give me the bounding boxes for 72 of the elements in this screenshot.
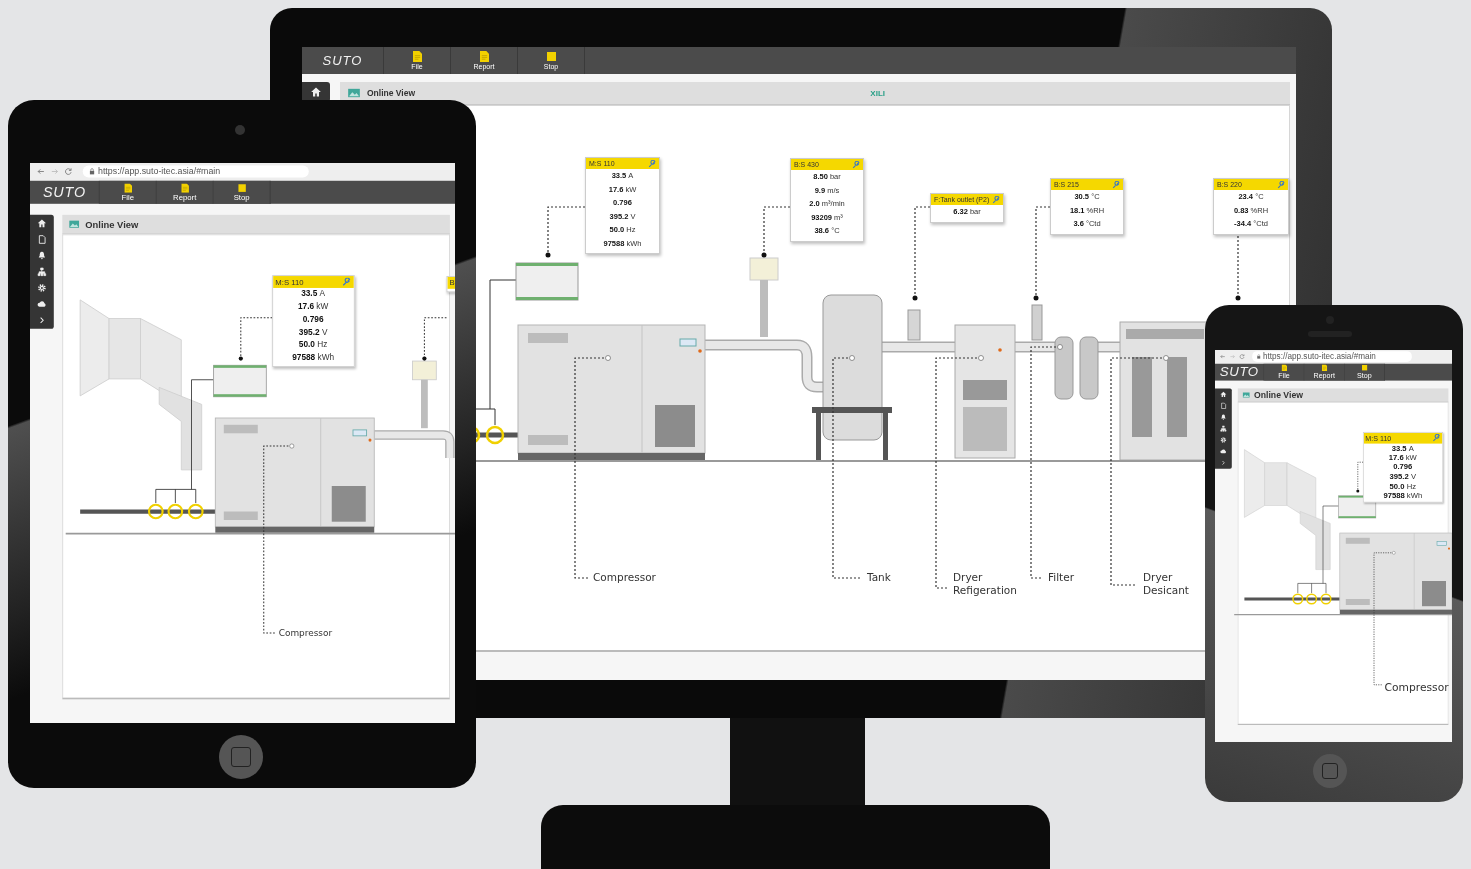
wrench-icon[interactable] bbox=[992, 195, 1000, 204]
sensor-reading: 97588 kWh bbox=[291, 351, 336, 364]
leader-line bbox=[545, 206, 586, 258]
leader-line bbox=[421, 317, 447, 361]
bell-icon[interactable] bbox=[1219, 413, 1227, 421]
controller-drawing bbox=[515, 262, 579, 301]
cloud-icon[interactable] bbox=[1219, 448, 1227, 456]
sitemap-icon[interactable] bbox=[1219, 425, 1227, 433]
wrench-icon[interactable] bbox=[1277, 180, 1285, 189]
document-icon bbox=[412, 51, 422, 62]
document-icon[interactable] bbox=[36, 234, 47, 245]
address-field[interactable]: https://app.suto-itec.asia/#main bbox=[82, 165, 309, 178]
camera-icon bbox=[235, 125, 245, 135]
home-icon[interactable] bbox=[36, 218, 47, 229]
leader-line bbox=[1235, 235, 1241, 301]
wrench-icon[interactable] bbox=[648, 159, 656, 168]
logo: SUTO bbox=[30, 180, 100, 204]
picture-icon bbox=[1242, 392, 1250, 399]
url-text: https://app.suto-itec.asia/#main bbox=[1263, 351, 1376, 362]
view-title: Online View bbox=[367, 88, 416, 98]
lock-icon bbox=[1257, 354, 1261, 360]
equipment-label: Dryer Desicant bbox=[1143, 571, 1189, 597]
cloud-icon[interactable] bbox=[36, 299, 47, 310]
stop-icon bbox=[237, 183, 246, 193]
wrench-icon[interactable] bbox=[852, 160, 860, 169]
document-icon bbox=[1281, 364, 1287, 372]
sitemap-icon[interactable] bbox=[36, 266, 47, 277]
view-title: Online View bbox=[85, 219, 139, 230]
pressure-sensor-drawing bbox=[907, 309, 921, 341]
controller-drawing bbox=[1338, 495, 1376, 519]
document-icon bbox=[1321, 364, 1327, 372]
equipment-label: Dryer Refigeration bbox=[953, 571, 1017, 597]
view-tag: XILI bbox=[870, 88, 885, 98]
equipment-label: Tank bbox=[867, 571, 891, 584]
document-icon bbox=[479, 51, 489, 62]
leader-line bbox=[238, 317, 273, 361]
leader-line bbox=[761, 206, 791, 258]
equipment-label: Compressor bbox=[593, 571, 656, 584]
document-icon bbox=[180, 183, 189, 193]
sensor-reading: 395.2 V bbox=[297, 326, 329, 339]
equipment-label: Compressor bbox=[1384, 680, 1449, 694]
view-title: Online View bbox=[1254, 390, 1303, 400]
wrench-icon[interactable] bbox=[342, 277, 351, 287]
air-pipe-drawing bbox=[1015, 341, 1055, 353]
equipment-label: Compressor bbox=[278, 627, 333, 639]
document-icon bbox=[123, 183, 132, 193]
home-icon[interactable] bbox=[1219, 391, 1227, 399]
home-icon[interactable] bbox=[310, 86, 322, 98]
home-button[interactable] bbox=[1313, 754, 1347, 788]
stop-icon bbox=[1361, 364, 1368, 372]
sensor-reading: 50.0 Hz bbox=[297, 338, 329, 351]
reload-icon[interactable] bbox=[64, 167, 73, 176]
back-arrow-icon[interactable] bbox=[36, 167, 46, 176]
wrench-icon[interactable] bbox=[1112, 180, 1120, 189]
controller-drawing bbox=[212, 364, 267, 398]
picture-icon bbox=[69, 219, 80, 229]
settings-icon[interactable] bbox=[36, 282, 47, 294]
url-text: https://app.suto-itec.asia/#main bbox=[98, 166, 221, 177]
equipment-label: Filter bbox=[1048, 571, 1074, 584]
stop-icon bbox=[546, 51, 556, 62]
sensor-reading: 0.796 bbox=[301, 313, 325, 326]
home-button[interactable] bbox=[219, 735, 263, 779]
address-field[interactable]: https://app.suto-itec.asia/#main bbox=[1252, 351, 1412, 363]
lock-icon bbox=[89, 168, 95, 175]
sensor-reading: 17.6 kW bbox=[296, 300, 330, 313]
air-pipe-drawing bbox=[1098, 341, 1120, 353]
sensor-reading: 33.5 A bbox=[300, 288, 327, 301]
logo: SUTO bbox=[1215, 364, 1265, 381]
flow-sensor-drawing bbox=[411, 360, 437, 429]
settings-icon[interactable] bbox=[1219, 436, 1227, 444]
picture-icon bbox=[348, 88, 360, 98]
bell-icon[interactable] bbox=[36, 250, 47, 261]
